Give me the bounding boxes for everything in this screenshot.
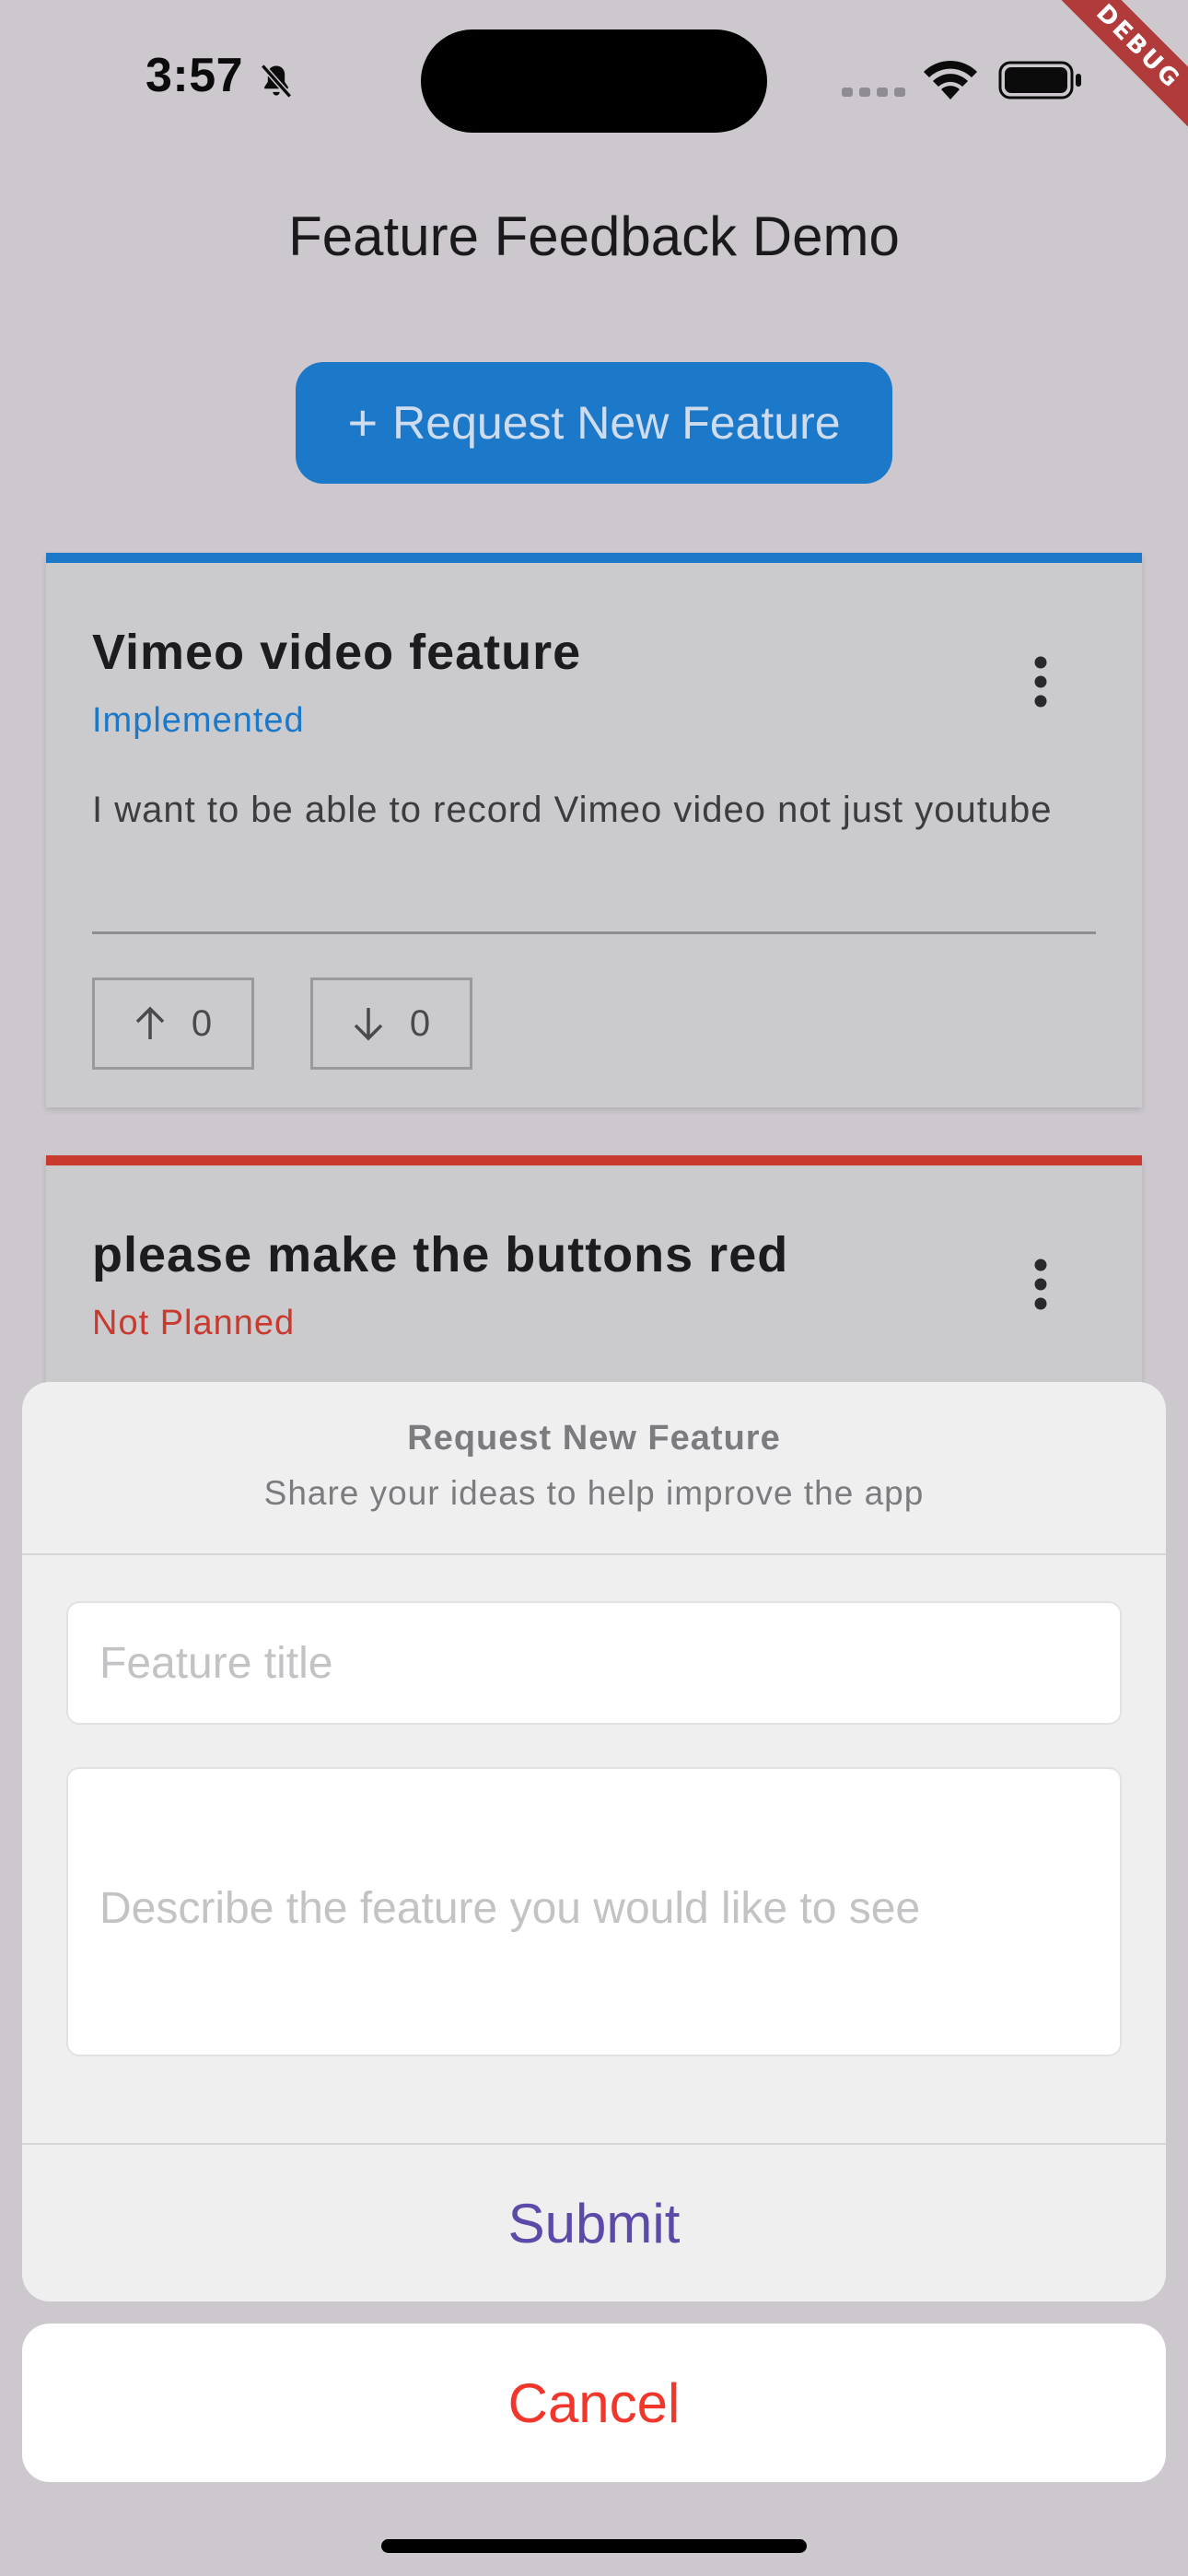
feature-title: please make the buttons red: [92, 1227, 789, 1282]
arrow-up-icon: [135, 1006, 165, 1039]
bell-off-icon: [261, 64, 292, 99]
card-divider: [92, 931, 1096, 934]
request-button-label: Request New Feature: [392, 397, 841, 449]
status-time: 3:57: [146, 49, 244, 102]
feature-status: Implemented: [92, 701, 305, 740]
upvote-count: 0: [191, 1002, 213, 1044]
arrow-down-icon: [354, 1008, 383, 1041]
more-vert-icon[interactable]: [1031, 1258, 1050, 1311]
sheet-subtitle: Share your ideas to help improve the app: [263, 1474, 925, 1512]
dynamic-island: [421, 29, 767, 133]
sheet-title: Request New Feature: [407, 1419, 781, 1458]
downvote-count: 0: [409, 1002, 431, 1044]
feature-description-input[interactable]: [66, 1767, 1122, 2056]
submit-button[interactable]: Submit: [22, 2145, 1166, 2301]
feature-card: Vimeo video feature Implemented I want t…: [46, 553, 1142, 1107]
cancel-button[interactable]: Cancel: [22, 2324, 1166, 2482]
plus-icon: +: [347, 393, 379, 451]
page-title: Feature Feedback Demo: [288, 205, 900, 267]
battery-icon: [998, 61, 1081, 100]
signal-icon: [842, 88, 905, 97]
request-feature-sheet: Request New Feature Share your ideas to …: [22, 1382, 1166, 2301]
home-indicator[interactable]: [381, 2539, 807, 2553]
feature-description: I want to be able to record Vimeo video …: [92, 790, 1053, 830]
feature-title: Vimeo video feature: [92, 625, 582, 680]
sheet-header: Request New Feature Share your ideas to …: [22, 1382, 1166, 1555]
more-vert-icon[interactable]: [1031, 655, 1050, 708]
upvote-button[interactable]: 0: [92, 978, 254, 1070]
feature-status: Not Planned: [92, 1304, 296, 1342]
wifi-icon: [924, 60, 977, 100]
request-new-feature-button[interactable]: + Request New Feature: [296, 362, 892, 484]
feature-title-input[interactable]: [66, 1601, 1122, 1725]
downvote-button[interactable]: 0: [310, 978, 472, 1070]
